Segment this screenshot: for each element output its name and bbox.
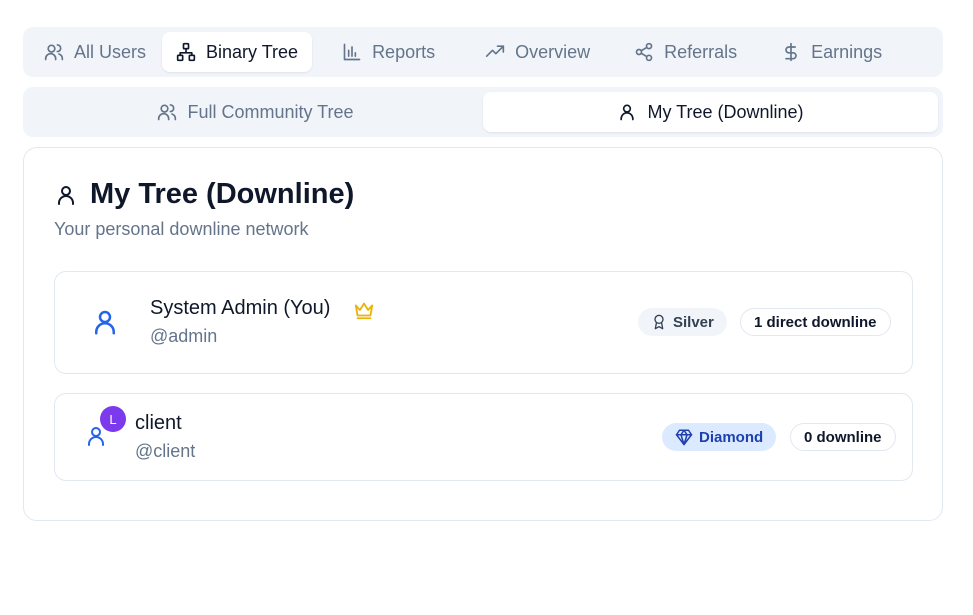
tab-label: Referrals	[664, 41, 738, 62]
node-handle: @admin	[150, 326, 218, 346]
tree-node-client[interactable]: L client @client Diamond 0 downline	[54, 393, 913, 481]
rank-label: Diamond	[699, 428, 764, 446]
card-subtitle: Your personal downline network	[54, 219, 309, 239]
tab-label: Binary Tree	[206, 41, 299, 62]
tab-binary-tree[interactable]: Binary Tree	[162, 32, 313, 72]
tab-label: Full Community Tree	[187, 101, 354, 122]
rank-badge: Diamond	[662, 423, 777, 451]
rank-label: Silver	[673, 313, 714, 331]
dollar-icon	[785, 42, 797, 62]
tab-overview[interactable]: Overview	[471, 32, 604, 72]
tab-reports[interactable]: Reports	[328, 32, 449, 72]
main-tab-bar: All Users Binary Tree Reports Overview R…	[23, 27, 943, 77]
tab-referrals[interactable]: Referrals	[620, 32, 751, 72]
tab-label: My Tree (Downline)	[647, 101, 804, 122]
bar-chart-icon	[343, 43, 361, 61]
diamond-icon	[675, 429, 693, 446]
sub-tab-bar: Full Community Tree My Tree (Downline)	[23, 87, 943, 137]
tab-earnings[interactable]: Earnings	[767, 32, 896, 72]
tab-all-users[interactable]: All Users	[30, 32, 160, 72]
users-icon	[44, 44, 64, 61]
avatar: L	[100, 406, 126, 432]
crown-icon	[354, 302, 374, 320]
node-handle: @client	[135, 441, 196, 461]
node-name: client	[135, 412, 182, 434]
downline-card: My Tree (Downline) Your personal downlin…	[23, 147, 943, 521]
share-icon	[635, 42, 653, 62]
trending-up-icon	[485, 45, 505, 58]
node-name: System Admin (You)	[150, 297, 331, 319]
tab-my-tree[interactable]: My Tree (Downline)	[483, 92, 938, 132]
tab-label: All Users	[74, 41, 147, 62]
user-icon	[620, 104, 635, 121]
downline-count-badge: 0 downline	[790, 423, 896, 451]
tree-node-admin[interactable]: System Admin (You) @admin Silver 1 direc…	[54, 271, 913, 374]
rank-badge: Silver	[638, 308, 727, 336]
downline-count-badge: 1 direct downline	[740, 308, 891, 336]
tab-label: Reports	[372, 41, 436, 62]
user-icon	[95, 310, 115, 335]
card-title-text: My Tree (Downline)	[90, 178, 355, 210]
users-icon	[158, 104, 177, 121]
page-title: My Tree (Downline)	[54, 178, 354, 211]
sitemap-icon	[176, 42, 196, 62]
tab-full-community-tree[interactable]: Full Community Tree	[28, 92, 483, 132]
award-icon	[654, 314, 664, 330]
tab-label: Overview	[515, 41, 591, 62]
user-icon	[58, 185, 74, 205]
tab-label: Earnings	[811, 41, 883, 62]
